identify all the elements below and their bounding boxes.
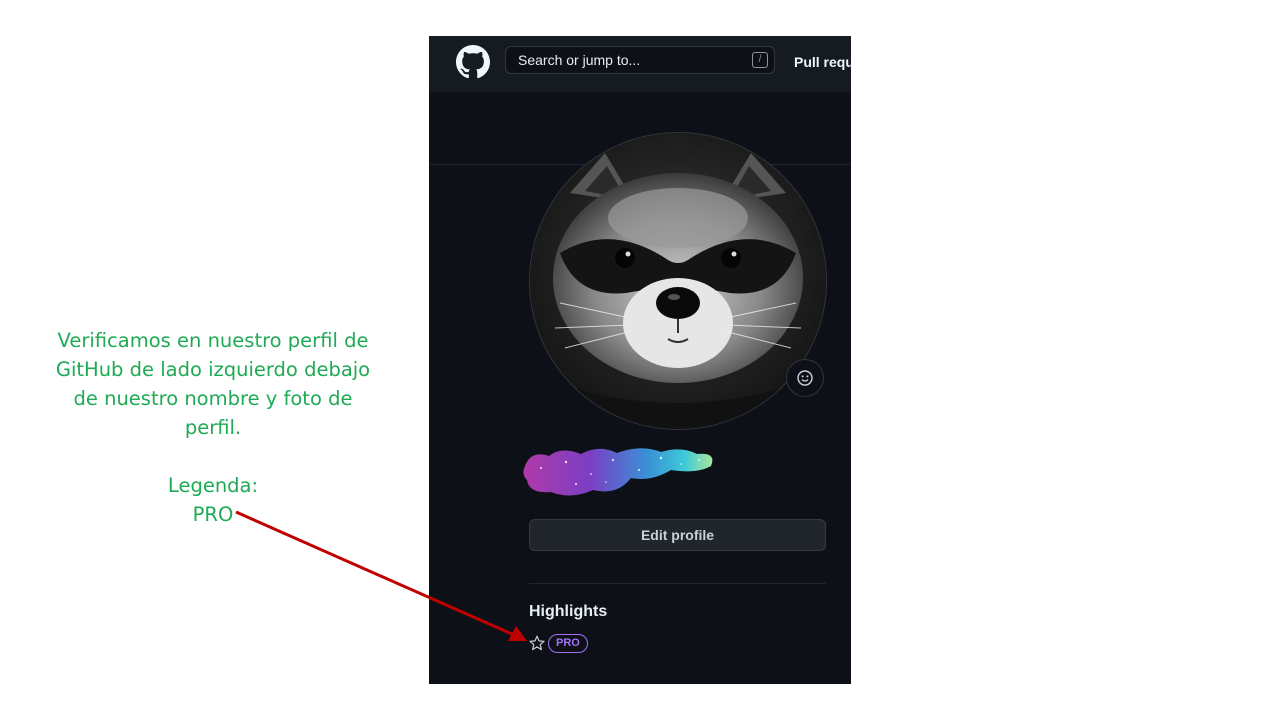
annotation-spacer [32, 442, 394, 471]
section-divider [529, 583, 826, 584]
legend-value: PRO [192, 503, 234, 526]
edit-profile-button[interactable]: Edit profile [529, 519, 826, 551]
star-icon [529, 635, 545, 651]
annotation-line: perfil. [184, 416, 242, 439]
annotation-line: GitHub de lado izquierdo debajo [55, 358, 371, 381]
search-shortcut-key: / [752, 52, 768, 68]
nav-pull-requests[interactable]: Pull requ [794, 54, 851, 70]
annotation-line: de nuestro nombre y foto de [73, 387, 353, 410]
redacted-name-scribble [523, 448, 713, 496]
annotation-line: Verificamos en nuestro perfil de [57, 329, 369, 352]
search-box[interactable]: / [505, 46, 775, 74]
github-header: / Pull requ [429, 36, 851, 92]
pro-badge[interactable]: PRO [548, 634, 588, 653]
annotation-note: Verificamos en nuestro perfil de GitHub … [32, 326, 394, 529]
avatar[interactable] [529, 132, 827, 430]
legend-label: Legenda: [167, 474, 259, 497]
set-status-button[interactable] [786, 359, 824, 397]
github-profile-screenshot: / Pull requ [429, 36, 851, 684]
smiley-icon [797, 370, 813, 386]
highlights-title: Highlights [529, 603, 608, 620]
search-input[interactable] [506, 47, 756, 73]
github-octocat-icon[interactable] [456, 45, 490, 79]
